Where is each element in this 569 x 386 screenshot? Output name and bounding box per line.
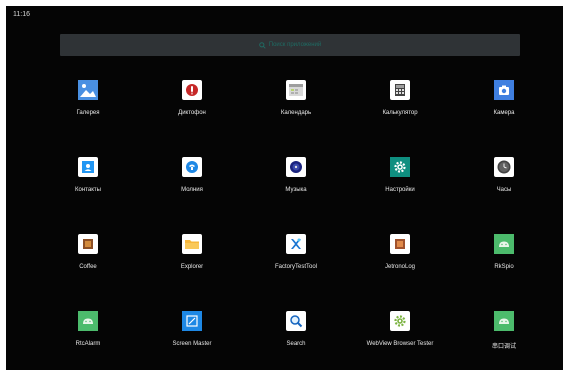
app-contacts[interactable]: Контакты bbox=[36, 155, 140, 232]
app-search[interactable]: Search bbox=[244, 309, 348, 386]
launcher-screen: 11:16 Поиск приложений Галерея Диктофон … bbox=[6, 6, 563, 370]
app-lightning[interactable]: Молния bbox=[140, 155, 244, 232]
app-settings[interactable]: Настройки bbox=[348, 155, 452, 232]
status-time: 11:16 bbox=[13, 11, 30, 18]
app-label: 串口调试 bbox=[491, 344, 516, 350]
app-rtcalarm[interactable]: RtcAlarm bbox=[36, 309, 140, 386]
app-grid: Галерея Диктофон Календарь Калькулятор К bbox=[36, 78, 556, 358]
app-calculator[interactable]: Калькулятор bbox=[348, 78, 452, 155]
search-bar-icon bbox=[258, 41, 266, 49]
app-label: Настройки bbox=[385, 187, 415, 193]
app-label: JetronoLog bbox=[384, 264, 416, 270]
webview-icon bbox=[390, 311, 410, 331]
android-icon bbox=[494, 311, 514, 331]
app-label: Explorer bbox=[180, 264, 204, 270]
android-icon bbox=[78, 311, 98, 331]
app-factory-test-tool[interactable]: FactoryTestTool bbox=[244, 232, 348, 309]
contacts-icon bbox=[78, 157, 98, 177]
app-coffee[interactable]: Coffee bbox=[36, 232, 140, 309]
app-label: Контакты bbox=[75, 187, 101, 193]
app-label: Coffee bbox=[79, 264, 97, 270]
coffee-icon bbox=[78, 234, 98, 254]
app-screen-master[interactable]: Screen Master bbox=[140, 309, 244, 386]
app-label: Камера bbox=[493, 110, 515, 116]
app-label: FactoryTestTool bbox=[274, 264, 317, 270]
search-placeholder: Поиск приложений bbox=[268, 42, 322, 48]
app-jetronolog[interactable]: JetronoLog bbox=[348, 232, 452, 309]
app-clock[interactable]: Часы bbox=[452, 155, 556, 232]
app-label: Screen Master bbox=[172, 341, 212, 347]
app-label: Часы bbox=[496, 187, 512, 193]
app-label: Галерея bbox=[76, 110, 100, 116]
app-dictaphone[interactable]: Диктофон bbox=[140, 78, 244, 155]
app-gallery[interactable]: Галерея bbox=[36, 78, 140, 155]
camera-icon bbox=[494, 80, 514, 100]
app-label: RkSpio bbox=[494, 264, 514, 270]
screen-master-icon bbox=[182, 311, 202, 331]
app-camera[interactable]: Камера bbox=[452, 78, 556, 155]
app-serial-debug[interactable]: 串口调试 bbox=[452, 309, 556, 386]
app-rkspio[interactable]: RkSpio bbox=[452, 232, 556, 309]
app-music[interactable]: Музыка bbox=[244, 155, 348, 232]
calendar-icon bbox=[286, 80, 306, 100]
factory-test-icon bbox=[286, 234, 306, 254]
app-webview-browser-tester[interactable]: WebView Browser Tester bbox=[348, 309, 452, 386]
app-label: Диктофон bbox=[178, 110, 206, 116]
app-label: Музыка bbox=[285, 187, 307, 193]
calculator-icon bbox=[390, 80, 410, 100]
app-label: WebView Browser Tester bbox=[366, 341, 434, 347]
clock-icon bbox=[494, 157, 514, 177]
app-explorer[interactable]: Explorer bbox=[140, 232, 244, 309]
dictaphone-icon bbox=[182, 80, 202, 100]
gallery-icon bbox=[78, 80, 98, 100]
search-icon bbox=[286, 311, 306, 331]
app-calendar[interactable]: Календарь bbox=[244, 78, 348, 155]
settings-icon bbox=[390, 157, 410, 177]
lightning-icon bbox=[182, 157, 202, 177]
app-search-bar[interactable]: Поиск приложений bbox=[60, 34, 520, 56]
app-label: Молния bbox=[181, 187, 203, 193]
jetronolog-icon bbox=[390, 234, 410, 254]
app-label: Калькулятор bbox=[382, 110, 418, 116]
app-label: Календарь bbox=[280, 110, 312, 116]
app-label: RtcAlarm bbox=[75, 341, 101, 347]
music-icon bbox=[286, 157, 306, 177]
android-icon bbox=[494, 234, 514, 254]
explorer-icon bbox=[182, 234, 202, 254]
app-label: Search bbox=[286, 341, 306, 347]
